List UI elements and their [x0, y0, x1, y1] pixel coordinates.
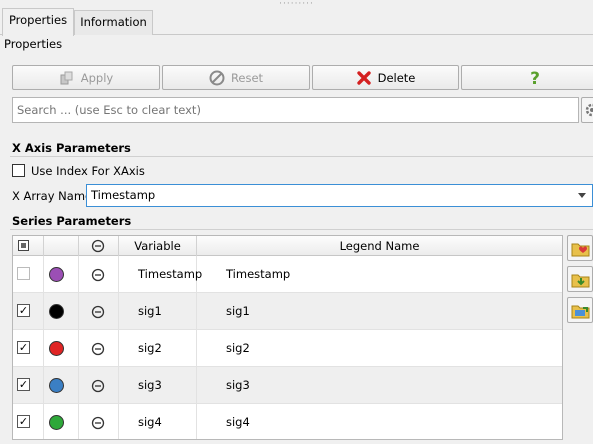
variable-cell: sig1 [119, 293, 197, 330]
line-style-icon[interactable] [91, 379, 105, 396]
series-color-swatch[interactable] [49, 378, 64, 393]
tab-information[interactable]: Information [74, 10, 153, 35]
gear-icon [584, 102, 593, 121]
table-row[interactable]: ✓ sig4 sig4 [13, 404, 562, 439]
header-select-all[interactable] [13, 236, 44, 256]
variable-cell: Timestamp [119, 256, 202, 293]
panel-label: Properties [4, 37, 63, 51]
delete-button[interactable]: Delete [312, 65, 459, 90]
search-input[interactable] [12, 97, 579, 123]
line-style-icon[interactable] [91, 268, 105, 285]
row-checkbox[interactable]: ✓ [17, 304, 30, 317]
table-row[interactable]: ✓ sig3 sig3 [13, 367, 562, 404]
legend-name-cell[interactable]: sig1 [197, 293, 562, 330]
folder-export-icon [571, 302, 591, 323]
series-color-swatch[interactable] [49, 304, 64, 319]
series-color-swatch[interactable] [49, 267, 64, 282]
use-index-label: Use Index For XAxis [31, 164, 145, 178]
x-array-name-select[interactable]: Timestamp [86, 184, 593, 207]
series-table: Variable Legend Name Timestamp Timestamp… [12, 235, 563, 440]
svg-text:?: ? [530, 69, 540, 87]
reset-label: Reset [230, 70, 264, 85]
series-header: Series Parameters [12, 214, 132, 228]
select-all-checkbox[interactable] [18, 240, 29, 251]
reset-icon [209, 70, 225, 86]
load-preset-button[interactable] [567, 235, 593, 261]
header-color [44, 236, 79, 256]
legend-name-cell[interactable]: sig2 [197, 330, 562, 367]
apply-label: Apply [80, 70, 114, 85]
series-color-swatch[interactable] [49, 415, 64, 430]
apply-button[interactable]: Apply [12, 65, 160, 90]
apply-icon [59, 70, 75, 86]
export-preset-button[interactable] [567, 297, 593, 323]
variable-cell: sig3 [119, 367, 197, 404]
delete-label: Delete [377, 70, 416, 85]
x-axis-header: X Axis Parameters [12, 141, 131, 155]
x-array-name-label: X Array Name [12, 189, 93, 203]
line-style-icon[interactable] [91, 305, 105, 322]
row-checkbox[interactable]: ✓ [17, 415, 30, 428]
x-axis-divider [10, 156, 593, 157]
table-row[interactable]: ✓ sig1 sig1 [13, 293, 562, 330]
folder-arrow-icon [571, 271, 591, 292]
table-row[interactable]: ✓ sig2 sig2 [13, 330, 562, 367]
import-preset-button[interactable] [567, 266, 593, 292]
row-checkbox[interactable]: ✓ [17, 378, 30, 391]
folder-heart-icon [571, 240, 591, 261]
reset-button[interactable]: Reset [162, 65, 310, 90]
dock-grip[interactable]: ········· [0, 0, 593, 9]
series-color-swatch[interactable] [49, 341, 64, 356]
header-legend-name[interactable]: Legend Name [197, 236, 562, 256]
series-divider [10, 229, 593, 230]
legend-name-cell[interactable]: sig3 [197, 367, 562, 404]
help-button[interactable]: ? [461, 65, 593, 90]
line-style-icon[interactable] [91, 416, 105, 433]
table-header: Variable Legend Name [13, 236, 562, 256]
row-checkbox[interactable]: ✓ [17, 341, 30, 354]
delete-icon [356, 70, 372, 86]
line-style-icon[interactable] [91, 342, 105, 359]
legend-name-cell[interactable]: sig4 [197, 404, 562, 439]
chevron-down-icon [578, 193, 586, 198]
header-line-style [79, 236, 119, 256]
tab-properties[interactable]: Properties [2, 8, 74, 36]
header-variable[interactable]: Variable [119, 236, 197, 256]
use-index-checkbox[interactable] [12, 164, 25, 177]
question-mark-icon: ? [527, 69, 543, 87]
x-array-name-value: Timestamp [91, 188, 156, 202]
row-checkbox[interactable] [17, 267, 30, 280]
tab-bar: Properties Information [0, 8, 593, 36]
variable-cell: sig2 [119, 330, 197, 367]
legend-name-cell[interactable]: Timestamp [197, 256, 562, 293]
table-row[interactable]: Timestamp Timestamp [13, 256, 562, 293]
variable-cell: sig4 [119, 404, 197, 439]
settings-gear-button[interactable] [581, 97, 593, 123]
